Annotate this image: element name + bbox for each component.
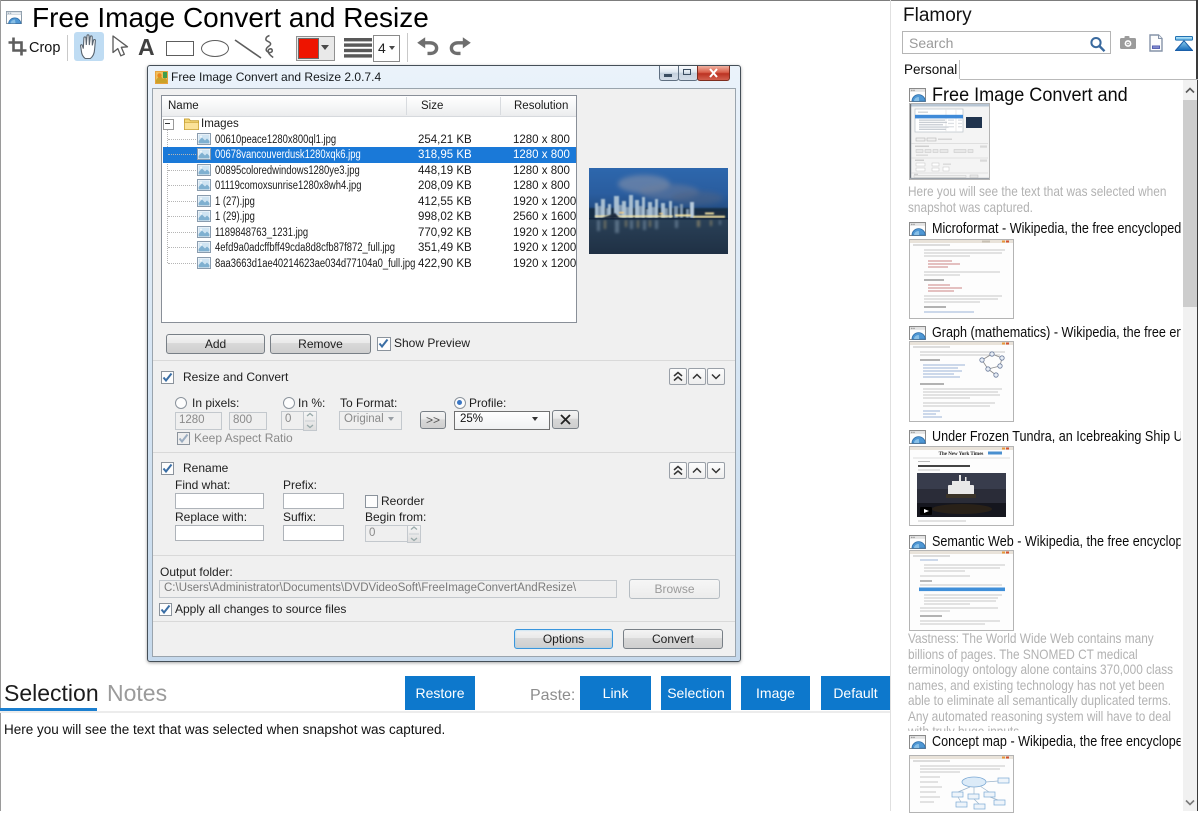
- svg-text:The New York Times: The New York Times: [939, 452, 984, 457]
